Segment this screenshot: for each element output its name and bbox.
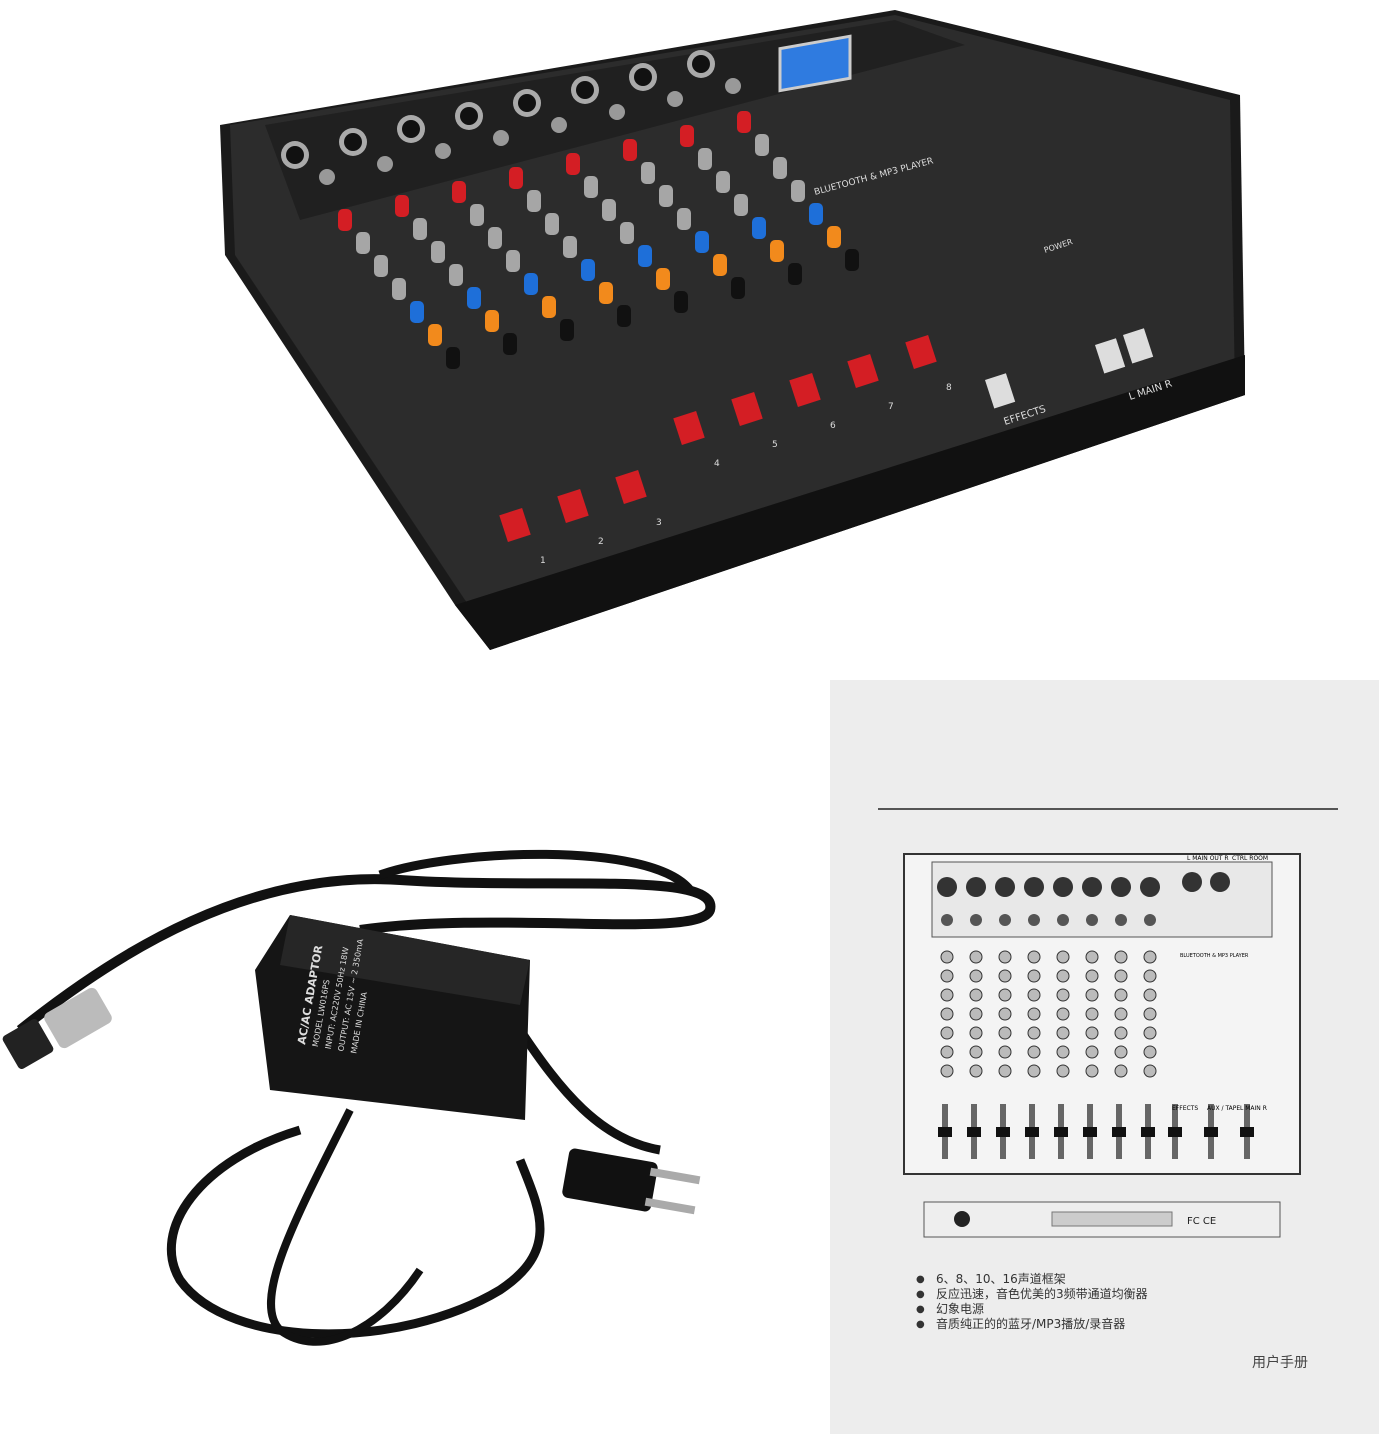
manual-mixer-diagram: L MAIN OUT R CTRL ROOM BLUETOOTH & MP3 P…	[903, 853, 1301, 1238]
line-jack	[609, 104, 625, 120]
channel-number: 3	[656, 518, 662, 528]
channel-number: 5	[772, 440, 778, 450]
power-adapter-image: AC/AC ADAPTORMODEL LW016PSINPUT: AC220V …	[2, 849, 716, 1346]
diag-mainout-label: L MAIN OUT R	[1187, 855, 1229, 862]
manual-bullet: 音质纯正的的蓝牙/MP3播放/录音器	[916, 1317, 1148, 1332]
manual-title: 用户手册	[1252, 1355, 1308, 1371]
diag-main-label: L MAIN R	[1240, 1105, 1267, 1112]
knob	[731, 277, 745, 299]
knob	[431, 241, 445, 263]
knob	[542, 296, 556, 318]
diag-ctrl-label: CTRL ROOM	[1232, 855, 1268, 862]
line-jack	[551, 117, 567, 133]
line-jack	[319, 169, 335, 185]
wall-plug	[562, 1148, 701, 1215]
knob	[410, 301, 424, 323]
diag-aux-label: AUX / TAPE	[1207, 1105, 1240, 1112]
knob	[428, 324, 442, 346]
knob	[770, 240, 784, 262]
line-jack	[667, 91, 683, 107]
diag-bt-label: BLUETOOTH & MP3 PLAYER	[1180, 953, 1249, 959]
diag-cert-label: FC CE	[1187, 1216, 1216, 1227]
knob	[698, 148, 712, 170]
knob	[845, 249, 859, 271]
knob	[620, 222, 634, 244]
knob	[395, 195, 409, 217]
channel-number: 4	[714, 459, 720, 469]
knob	[560, 319, 574, 341]
knob	[509, 167, 523, 189]
knob	[752, 217, 766, 239]
knob	[338, 209, 352, 231]
knob	[413, 218, 427, 240]
knob	[527, 190, 541, 212]
knob	[638, 245, 652, 267]
manual-rule	[878, 808, 1338, 810]
knob	[680, 125, 694, 147]
knob	[506, 250, 520, 272]
knob	[827, 226, 841, 248]
manual-feature-list: 6、8、10、16声道框架 反应迅速，音色优美的3频带通道均衡器 幻象电源 音质…	[916, 1272, 1148, 1332]
knob	[809, 203, 823, 225]
knob	[452, 181, 466, 203]
knob	[488, 227, 502, 249]
line-jack	[377, 156, 393, 172]
channel-number: 6	[830, 421, 836, 431]
diag-effects-label: EFFECTS	[1172, 1105, 1198, 1112]
knob	[623, 139, 637, 161]
knob	[470, 204, 484, 226]
knob	[674, 291, 688, 313]
knob	[602, 199, 616, 221]
knob	[485, 310, 499, 332]
channel-number: 2	[598, 537, 604, 547]
knob	[599, 282, 613, 304]
channel-number: 8	[946, 383, 952, 393]
line-jack	[435, 143, 451, 159]
manual-bullet: 6、8、10、16声道框架	[916, 1272, 1148, 1287]
knob	[695, 231, 709, 253]
line-jack	[493, 130, 509, 146]
audio-mixer-image: BLUETOOTH & MP3 PLAYER 12345678 L MAIN R…	[220, 10, 1245, 650]
knob	[788, 263, 802, 285]
knob	[392, 278, 406, 300]
knob	[617, 305, 631, 327]
knob	[656, 268, 670, 290]
channel-number: 1	[540, 556, 546, 566]
knob	[659, 185, 673, 207]
knob	[584, 176, 598, 198]
manual-bullet: 幻象电源	[916, 1302, 1148, 1317]
knob	[524, 273, 538, 295]
adapter-block	[255, 915, 530, 1120]
channel-number: 7	[888, 402, 894, 412]
knob	[503, 333, 517, 355]
knob	[713, 254, 727, 276]
knob	[449, 264, 463, 286]
knob	[446, 347, 460, 369]
knob	[374, 255, 388, 277]
knob	[356, 232, 370, 254]
knob	[737, 111, 751, 133]
knob	[545, 213, 559, 235]
knob	[716, 171, 730, 193]
knob	[581, 259, 595, 281]
knob	[734, 194, 748, 216]
knob	[677, 208, 691, 230]
knob	[467, 287, 481, 309]
knob	[773, 157, 787, 179]
knob	[563, 236, 577, 258]
knob	[566, 153, 580, 175]
knob	[641, 162, 655, 184]
user-manual: L MAIN OUT R CTRL ROOM BLUETOOTH & MP3 P…	[830, 680, 1379, 1434]
knob	[755, 134, 769, 156]
line-jack	[725, 78, 741, 94]
knob	[791, 180, 805, 202]
manual-bullet: 反应迅速，音色优美的3频带通道均衡器	[916, 1287, 1148, 1302]
